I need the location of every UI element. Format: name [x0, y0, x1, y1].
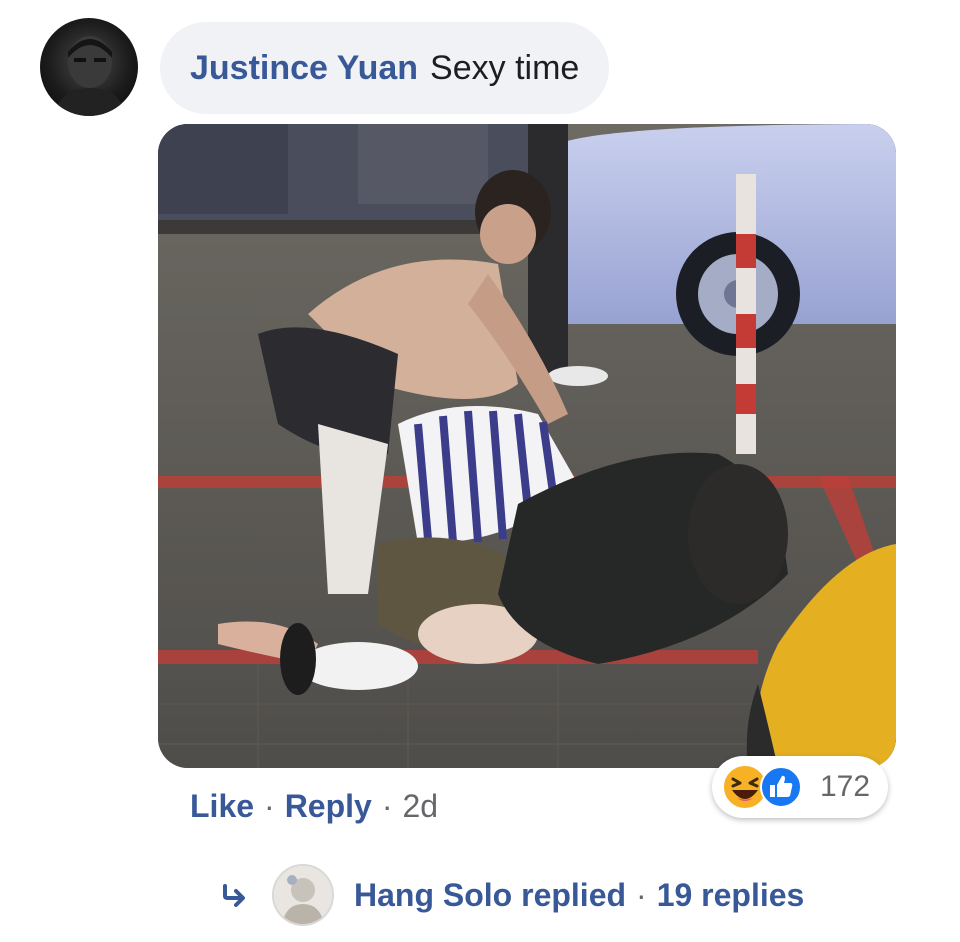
like-reaction-icon: [760, 766, 802, 808]
like-link[interactable]: Like: [190, 788, 254, 825]
comment-bubble: Justince Yuan Sexy time: [160, 22, 610, 114]
reply-link[interactable]: Reply: [285, 788, 372, 825]
replies-summary[interactable]: Hang Solo replied: [354, 877, 626, 914]
commenter-avatar[interactable]: [40, 18, 138, 116]
user-avatar-icon: [274, 866, 332, 924]
comment-author[interactable]: Justince Yuan: [190, 49, 418, 88]
comment-photo[interactable]: [158, 124, 896, 768]
user-avatar-icon: [54, 36, 126, 116]
replies-separator: ·: [636, 876, 647, 913]
reaction-count: 172: [820, 770, 871, 803]
replier-avatar[interactable]: [272, 864, 334, 926]
comment-age[interactable]: 2d: [402, 788, 438, 825]
action-separator: ·: [264, 788, 275, 824]
comment-text: Sexy time: [430, 48, 580, 87]
action-separator: ·: [381, 788, 393, 824]
street-scene-photo-icon: [158, 124, 896, 768]
reply-arrow-icon: [223, 884, 245, 907]
comment-actions: Like · Reply · 2d: [190, 788, 438, 825]
replies-count[interactable]: 19 replies: [657, 877, 805, 914]
reaction-summary[interactable]: 172: [712, 756, 888, 818]
replies-row[interactable]: Hang Solo replied · 19 replies: [220, 862, 804, 928]
reaction-icons: [720, 762, 816, 812]
